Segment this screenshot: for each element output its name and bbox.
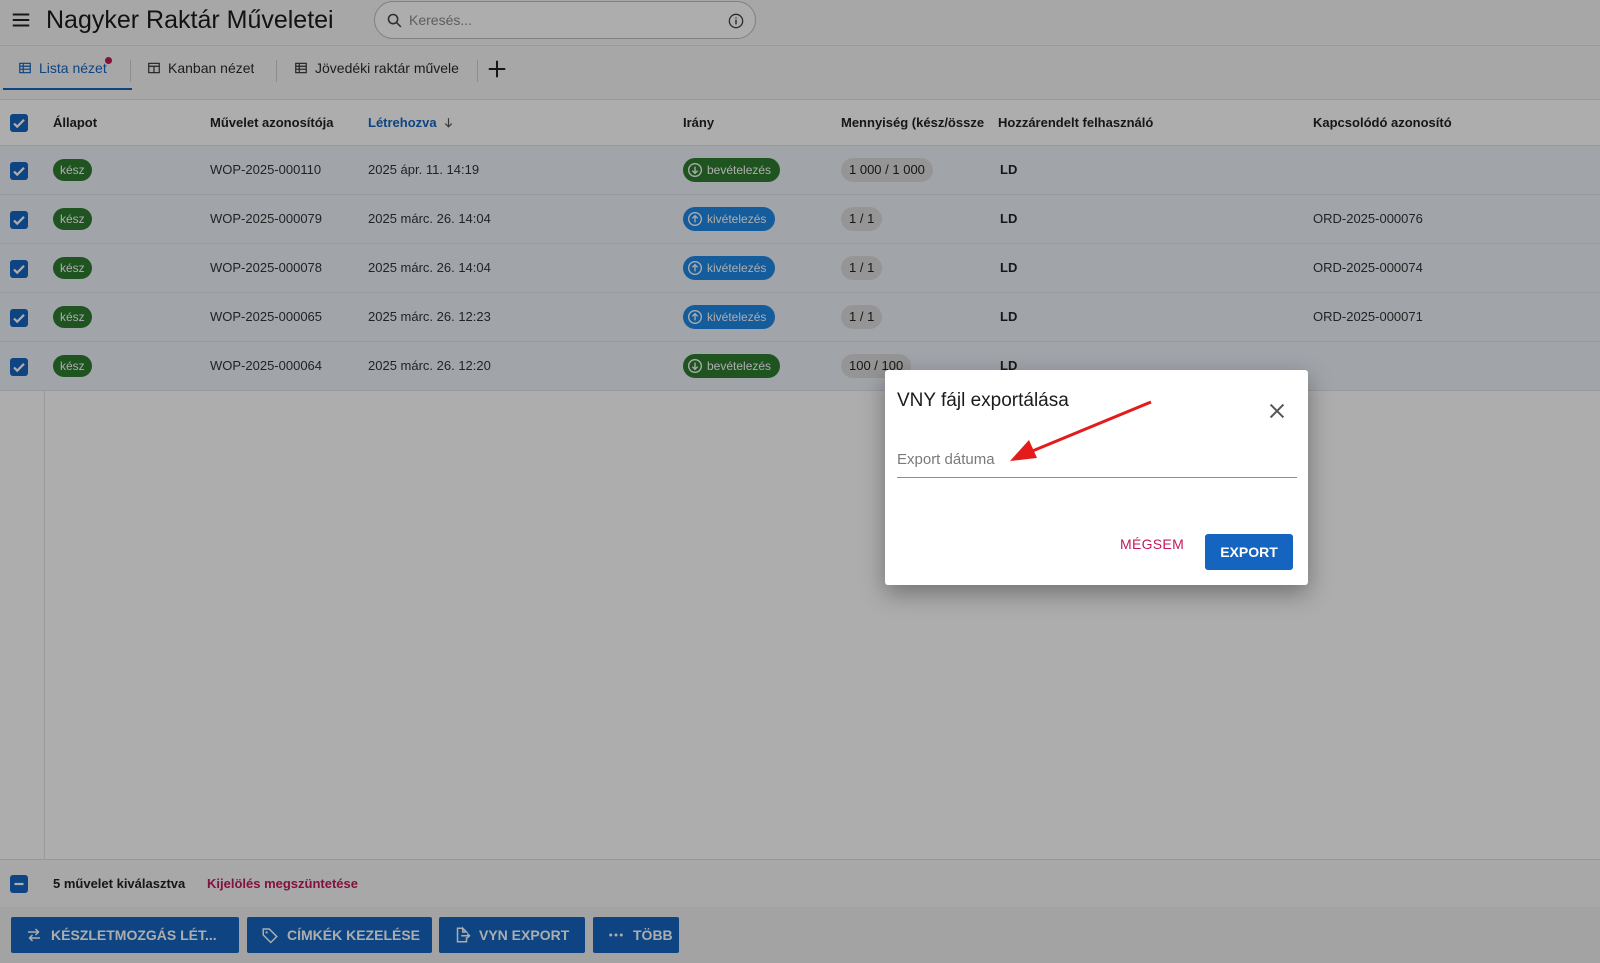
export-date-input[interactable] bbox=[897, 448, 1297, 470]
export-button[interactable]: EXPORT bbox=[1205, 534, 1293, 570]
export-date-field[interactable] bbox=[897, 440, 1297, 478]
dialog-title: VNY fájl exportálása bbox=[897, 390, 1069, 411]
modal-backdrop[interactable] bbox=[0, 0, 1600, 963]
close-icon[interactable] bbox=[1266, 400, 1288, 422]
cancel-button[interactable]: MÉGSEM bbox=[1120, 536, 1184, 552]
vny-export-dialog: VNY fájl exportálása MÉGSEM EXPORT bbox=[885, 370, 1308, 585]
